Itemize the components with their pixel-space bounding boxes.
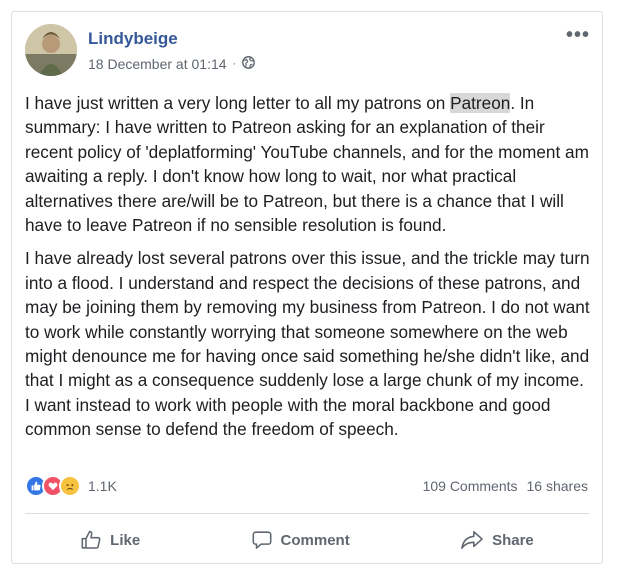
post-meta: 18 December at 01:14 ·	[88, 56, 256, 72]
post-card: Lindybeige 18 December at 01:14 · ••• I …	[11, 11, 603, 564]
highlighted-word: Patreon	[450, 93, 511, 113]
avatar[interactable]	[25, 24, 77, 76]
paragraph-1-start: I have just written a very long letter t…	[25, 93, 451, 113]
share-label: Share	[492, 531, 534, 549]
comment-icon	[251, 529, 273, 551]
action-bar: Like Comment Share	[25, 519, 589, 561]
like-button[interactable]: Like	[62, 525, 158, 555]
post-timestamp[interactable]: 18 December at 01:14	[88, 56, 227, 72]
engagement-counts: 109 Comments 16 shares	[423, 478, 588, 494]
reactions-summary[interactable]: 1.1K	[25, 475, 117, 497]
share-button[interactable]: Share	[442, 525, 552, 555]
like-label: Like	[110, 531, 141, 549]
author-name[interactable]: Lindybeige	[88, 29, 178, 49]
avatar-image	[25, 24, 77, 76]
comments-count[interactable]: 109 Comments	[423, 478, 518, 494]
meta-separator: ·	[232, 58, 237, 70]
post-paragraph-2: I have already lost several patrons over…	[25, 248, 590, 440]
more-options-button[interactable]: •••	[566, 24, 590, 47]
comment-button[interactable]: Comment	[233, 525, 368, 555]
comment-label: Comment	[280, 531, 350, 549]
sad-reaction-icon	[59, 475, 81, 497]
reaction-count[interactable]: 1.1K	[88, 478, 117, 494]
divider	[25, 513, 589, 514]
thumbs-up-icon	[80, 529, 102, 551]
shares-count[interactable]: 16 shares	[527, 478, 588, 494]
post-paragraph-1: I have just written a very long letter t…	[25, 91, 591, 237]
share-icon	[460, 529, 484, 551]
post-body: I have just written a very long letter t…	[25, 91, 591, 451]
globe-icon[interactable]	[242, 56, 256, 72]
paragraph-1-end: . In summary: I have written to Patreon …	[25, 93, 589, 236]
